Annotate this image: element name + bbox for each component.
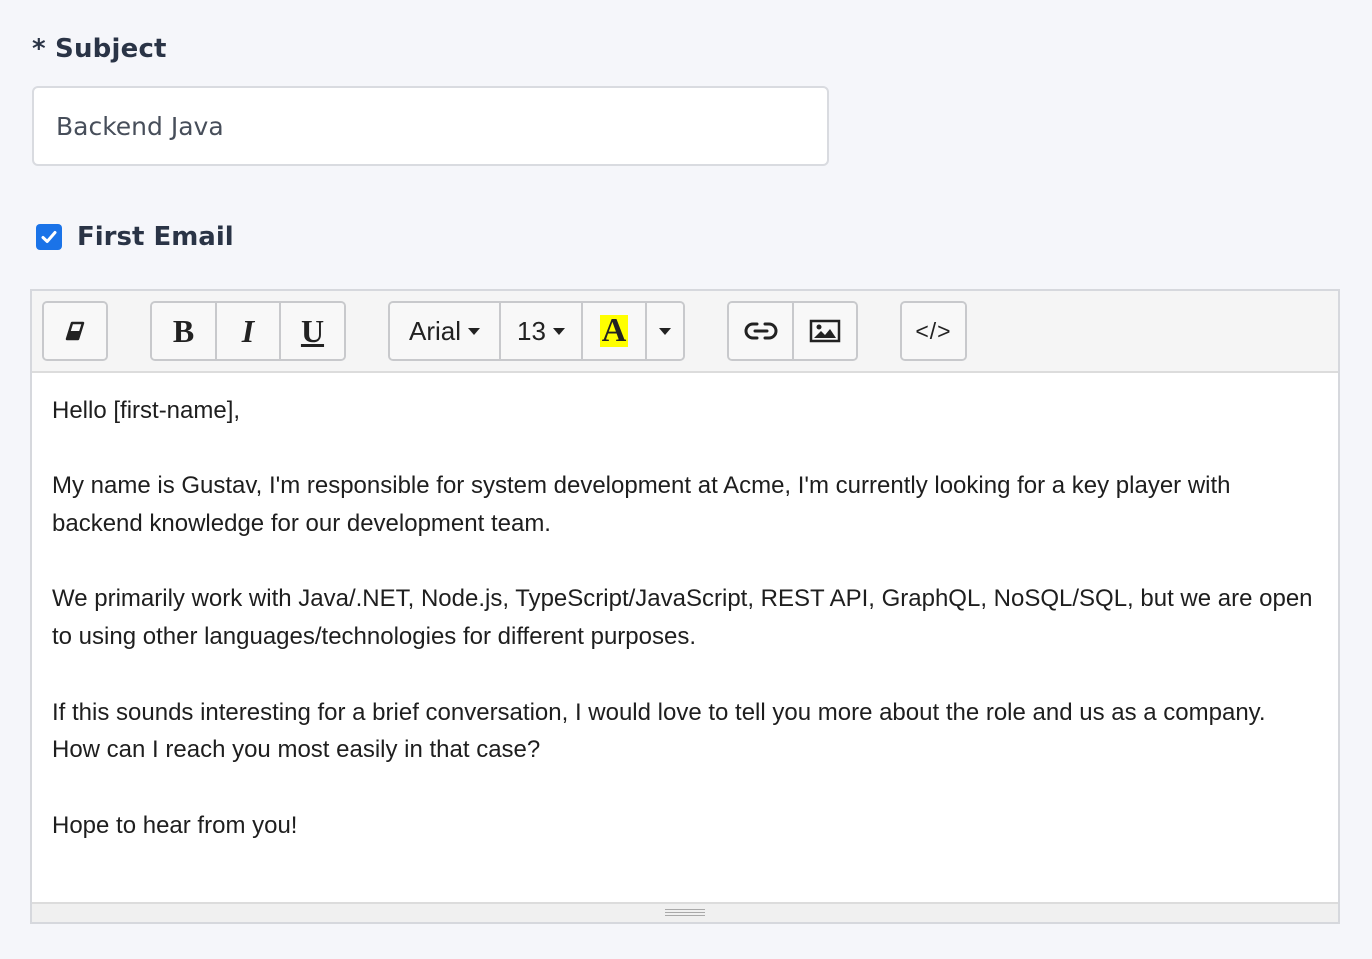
chevron-down-icon [659,327,671,335]
body-paragraph: We primarily work with Java/.NET, Node.j… [52,585,1313,651]
code-view-group: </> [900,301,967,361]
eraser-icon [65,321,85,341]
code-view-button[interactable]: </> [902,303,965,359]
text-color-icon: A [599,312,629,349]
insert-image-button[interactable] [794,303,856,359]
editor-resize-bar[interactable] [32,902,1338,922]
underline-icon: U [300,312,325,349]
font-family-value: Arial [408,315,461,346]
clear-format-group [42,301,108,361]
font-size-value: 13 [517,315,546,346]
underline-button[interactable]: U [281,303,344,359]
body-paragraph: Hello [first-name], [52,397,241,424]
code-view-icon: </> [915,317,952,344]
insert-group [727,301,858,361]
insert-link-button[interactable] [729,303,794,359]
font-family-dropdown[interactable]: Arial [390,303,501,359]
chevron-down-icon [552,327,565,335]
clear-format-button[interactable] [44,303,106,359]
bold-icon: B [172,312,195,349]
text-color-button[interactable]: A [583,303,647,359]
body-paragraph: If this sounds interesting for a brief c… [52,698,1266,764]
first-email-label: First Email [77,222,234,252]
italic-button[interactable]: I [217,303,281,359]
color-dropdown-button[interactable] [647,303,683,359]
font-group: Arial 13 A [388,301,685,361]
resize-grip-icon[interactable] [665,909,705,918]
italic-icon: I [241,312,255,349]
text-style-group: B I U [150,301,346,361]
subject-label: * Subject [32,34,167,64]
first-email-row[interactable]: First Email [36,222,234,252]
subject-input[interactable] [32,86,829,166]
first-email-checkbox[interactable] [36,224,62,250]
editor-toolbar: B I U Arial 13 A </> [32,291,1338,373]
email-editor: B I U Arial 13 A </> Hello [first-name],… [30,289,1340,924]
link-icon [744,322,777,340]
chevron-down-icon [468,327,480,335]
bold-button[interactable]: B [152,303,217,359]
body-paragraph: My name is Gustav, I'm responsible for s… [52,472,1231,538]
image-icon [809,319,841,343]
font-size-dropdown[interactable]: 13 [501,303,583,359]
body-paragraph: Hope to hear from you! [52,811,298,839]
checkmark-icon [41,231,57,243]
email-body[interactable]: Hello [first-name], My name is Gustav, I… [52,392,1318,882]
